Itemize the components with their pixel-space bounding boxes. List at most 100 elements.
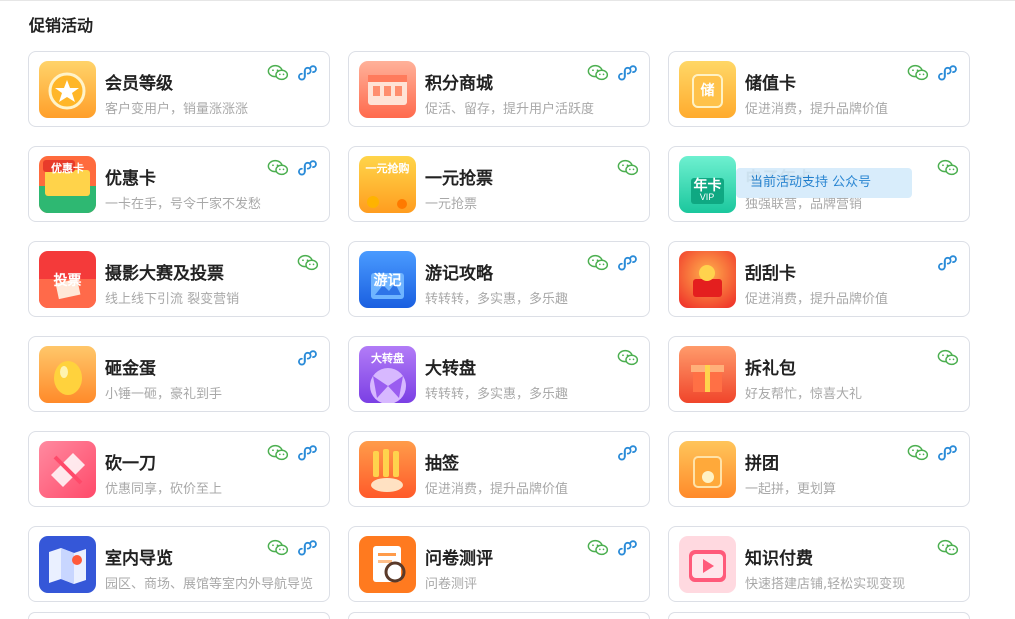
paid-knowledge-icon [679, 536, 736, 593]
activity-name: 砍一刀 [105, 454, 156, 474]
activity-card[interactable]: 大转盘 大转盘 转转转，多实惠，多乐趣 [348, 336, 650, 412]
mini-program-icon [298, 445, 317, 461]
wechat-icon [587, 539, 609, 556]
indoor-map-icon [39, 536, 96, 593]
activity-card[interactable]: 游记 游记攻略转转转，多实惠，多乐趣 [348, 241, 650, 317]
platform-badges [587, 252, 639, 274]
activity-name: 刮刮卡 [745, 264, 796, 284]
activity-card[interactable]: 知识付费 快速搭建店铺,轻松实现变现 [668, 526, 970, 602]
activity-description: 促进消费，提升品牌价值 [745, 292, 889, 307]
icon-label: 投票 [54, 272, 82, 288]
mini-program-icon [298, 350, 317, 366]
platform-badges [297, 252, 319, 274]
activity-description: 促进消费，提升品牌价值 [745, 102, 889, 117]
activity-card[interactable]: 拆礼包 好友帮忙，惊喜大礼 [668, 336, 970, 412]
activity-card[interactable]: 优惠卡 优惠卡 一卡在手，号令千家不发愁 [28, 146, 330, 222]
platform-badges [937, 347, 959, 369]
golden-egg-icon [39, 346, 96, 403]
discount-card-icon: 优惠卡 [39, 156, 96, 213]
wechat-icon [267, 539, 289, 556]
activity-card[interactable]: 砸金蛋 小锤一砸，豪礼到手 [28, 336, 330, 412]
activity-description: 促进消费，提升品牌价值 [425, 482, 569, 497]
platform-badges [267, 537, 319, 559]
activity-card[interactable]: 投票 摄影大赛及投票 线上线下引流 裂变营销 [28, 241, 330, 317]
platform-badges [297, 347, 319, 369]
activity-name: 大转盘 [425, 359, 476, 379]
bargain-icon [39, 441, 96, 498]
platform-badges [617, 442, 639, 464]
activity-description: 一卡在手，号令千家不发愁 [105, 197, 262, 212]
card-partial-2 [348, 612, 650, 619]
wechat-icon [617, 159, 639, 176]
mini-program-icon [298, 65, 317, 81]
activity-description: 好友帮忙，惊喜大礼 [745, 387, 863, 402]
activity-name: 知识付费 [745, 549, 813, 569]
wechat-icon [937, 349, 959, 366]
mini-program-icon [938, 255, 957, 271]
icon-label: 优惠卡 [51, 161, 84, 175]
wechat-icon [587, 254, 609, 271]
platform-badges [587, 62, 639, 84]
activity-description: 转转转，多实惠，多乐趣 [425, 387, 569, 402]
annual-card-icon: VIP 年卡 [679, 156, 736, 213]
platform-badges [267, 157, 319, 179]
card-partial-1 [28, 612, 330, 619]
activity-card[interactable]: 刮刮卡促进消费，提升品牌价值 [668, 241, 970, 317]
activity-card[interactable]: 会员等级 客户变用户，销量涨涨涨 [28, 51, 330, 127]
activity-grid: 会员等级 客户变用户，销量涨涨涨 积分商城 促活、留存，提升用户活跃度储储值卡 促进消费… [28, 51, 970, 602]
activity-card[interactable]: 储 储值卡促进消费，提升品牌价值 [668, 51, 970, 127]
gift-box-icon [679, 346, 736, 403]
platform-badges [937, 157, 959, 179]
activity-name: 积分商城 [425, 74, 493, 94]
icon-label: 一元抢购 [366, 161, 410, 175]
mini-program-icon [618, 540, 637, 556]
activity-card[interactable]: 一元抢购 一元抢票 一元抢票 [348, 146, 650, 222]
platform-badges [617, 157, 639, 179]
activity-name: 拼团 [745, 454, 779, 474]
platform-badges [907, 62, 959, 84]
activity-card[interactable]: 积分商城促活、留存，提升用户活跃度 [348, 51, 650, 127]
activity-card[interactable]: 拼团 一起拼，更划算 [668, 431, 970, 507]
activity-name: 会员等级 [105, 74, 173, 94]
stored-value-card-icon: 储 [679, 61, 736, 118]
icon-label: 大转盘 [371, 351, 404, 365]
mini-program-icon [618, 255, 637, 271]
activity-name: 室内导览 [105, 549, 173, 569]
activity-name: 问卷测评 [425, 549, 493, 569]
activity-card[interactable]: 抽签 促进消费，提升品牌价值 [348, 431, 650, 507]
activity-card[interactable]: 室内导览 园区、商场、展馆等室内外导航导览 [28, 526, 330, 602]
icon-label: 游记 [374, 272, 402, 288]
mini-program-icon [618, 445, 637, 461]
icon-label: 储 [700, 82, 715, 98]
section-title: 促销活动 [29, 16, 94, 35]
wechat-icon [937, 159, 959, 176]
mini-program-icon [938, 65, 957, 81]
platform-badges [907, 442, 959, 464]
travel-notes-icon: 游记 [359, 251, 416, 308]
platform-badges [267, 62, 319, 84]
activity-card[interactable]: 砍一刀 优惠同享，砍价至上 [28, 431, 330, 507]
wechat-icon [587, 64, 609, 81]
svg-text:VIP: VIP [700, 192, 715, 202]
wechat-icon [267, 64, 289, 81]
activity-description: 转转转，多实惠，多乐趣 [425, 292, 569, 307]
activity-name: 储值卡 [745, 74, 796, 94]
activity-description: 促活、留存，提升用户活跃度 [425, 102, 595, 117]
activity-name: 优惠卡 [105, 169, 156, 189]
activity-description: 一元抢票 [425, 197, 478, 212]
activity-name: 游记攻略 [425, 264, 493, 284]
wechat-icon [937, 539, 959, 556]
platform-badges [617, 347, 639, 369]
shop-icon [359, 61, 416, 118]
vote-icon: 投票 [39, 251, 96, 308]
activity-name: 摄影大赛及投票 [105, 264, 224, 284]
mini-program-icon [618, 65, 637, 81]
mini-program-icon [298, 540, 317, 556]
wechat-icon [907, 444, 929, 461]
mini-program-icon [938, 445, 957, 461]
group-buy-icon [679, 441, 736, 498]
wechat-icon [907, 64, 929, 81]
activity-card[interactable]: 问卷测评 问卷测评 [348, 526, 650, 602]
wheel-icon: 大转盘 [359, 346, 416, 403]
scratch-card-icon [679, 251, 736, 308]
